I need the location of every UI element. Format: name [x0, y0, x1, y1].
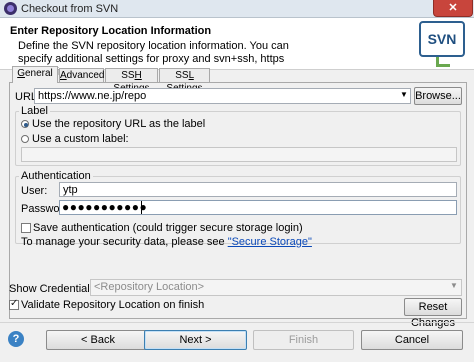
use-custom-label-label[interactable]: Use a custom label:	[32, 133, 129, 145]
validate-location-checkbox[interactable]	[9, 298, 19, 310]
validate-location-label[interactable]: Validate Repository Location on finish	[21, 299, 204, 311]
browse-button[interactable]: Browse...	[414, 87, 462, 105]
page-title: Enter Repository Location Information	[10, 25, 212, 37]
url-value[interactable]: https://www.ne.jp/repo	[38, 90, 146, 102]
footer-divider	[0, 322, 474, 323]
secure-storage-prefix: To manage your security data, please see	[21, 236, 228, 248]
finish-button: Finish	[253, 330, 354, 350]
eclipse-icon	[4, 2, 17, 15]
use-repo-url-radio[interactable]	[21, 120, 29, 128]
tab-advanced[interactable]: Advanced	[59, 68, 104, 82]
user-value[interactable]: ytp	[63, 184, 78, 196]
chevron-down-icon: ▼	[450, 281, 458, 290]
save-authentication-label[interactable]: Save authentication (could trigger secur…	[33, 222, 303, 234]
text-caret	[141, 201, 142, 214]
user-label: User:	[21, 185, 48, 197]
label-group-title: Label	[19, 105, 50, 117]
tab-ssh-settings[interactable]: SSH Settings	[105, 68, 158, 94]
custom-label-input[interactable]	[21, 147, 457, 162]
secure-storage-text: To manage your security data, please see…	[21, 236, 312, 248]
tab-general[interactable]: General	[12, 66, 58, 83]
use-repo-url-label[interactable]: Use the repository URL as the label	[32, 118, 205, 130]
save-authentication-checkbox[interactable]	[21, 223, 31, 233]
back-button[interactable]: < Back	[46, 330, 150, 350]
authentication-group-title: Authentication	[19, 170, 93, 182]
svn-logo: SVN	[419, 21, 465, 57]
password-value[interactable]: ●●●●●●●●●●●	[62, 200, 147, 214]
cancel-button[interactable]: Cancel	[361, 330, 463, 350]
user-input[interactable]	[59, 182, 457, 197]
secure-storage-link[interactable]: "Secure Storage"	[228, 236, 312, 248]
use-custom-label-radio[interactable]	[21, 135, 29, 143]
credentials-value: <Repository Location>	[94, 281, 205, 293]
reset-changes-button[interactable]: Reset Changes	[404, 298, 462, 329]
tab-ssl-settings[interactable]: SSL Settings	[159, 68, 210, 94]
window-title: Checkout from SVN	[21, 3, 119, 15]
help-icon[interactable]: ?	[8, 331, 24, 347]
close-button[interactable]: ✕	[433, 0, 473, 17]
next-button[interactable]: Next >	[144, 330, 247, 350]
svn-logo-stem	[436, 57, 450, 67]
chevron-down-icon[interactable]: ▼	[400, 90, 408, 99]
